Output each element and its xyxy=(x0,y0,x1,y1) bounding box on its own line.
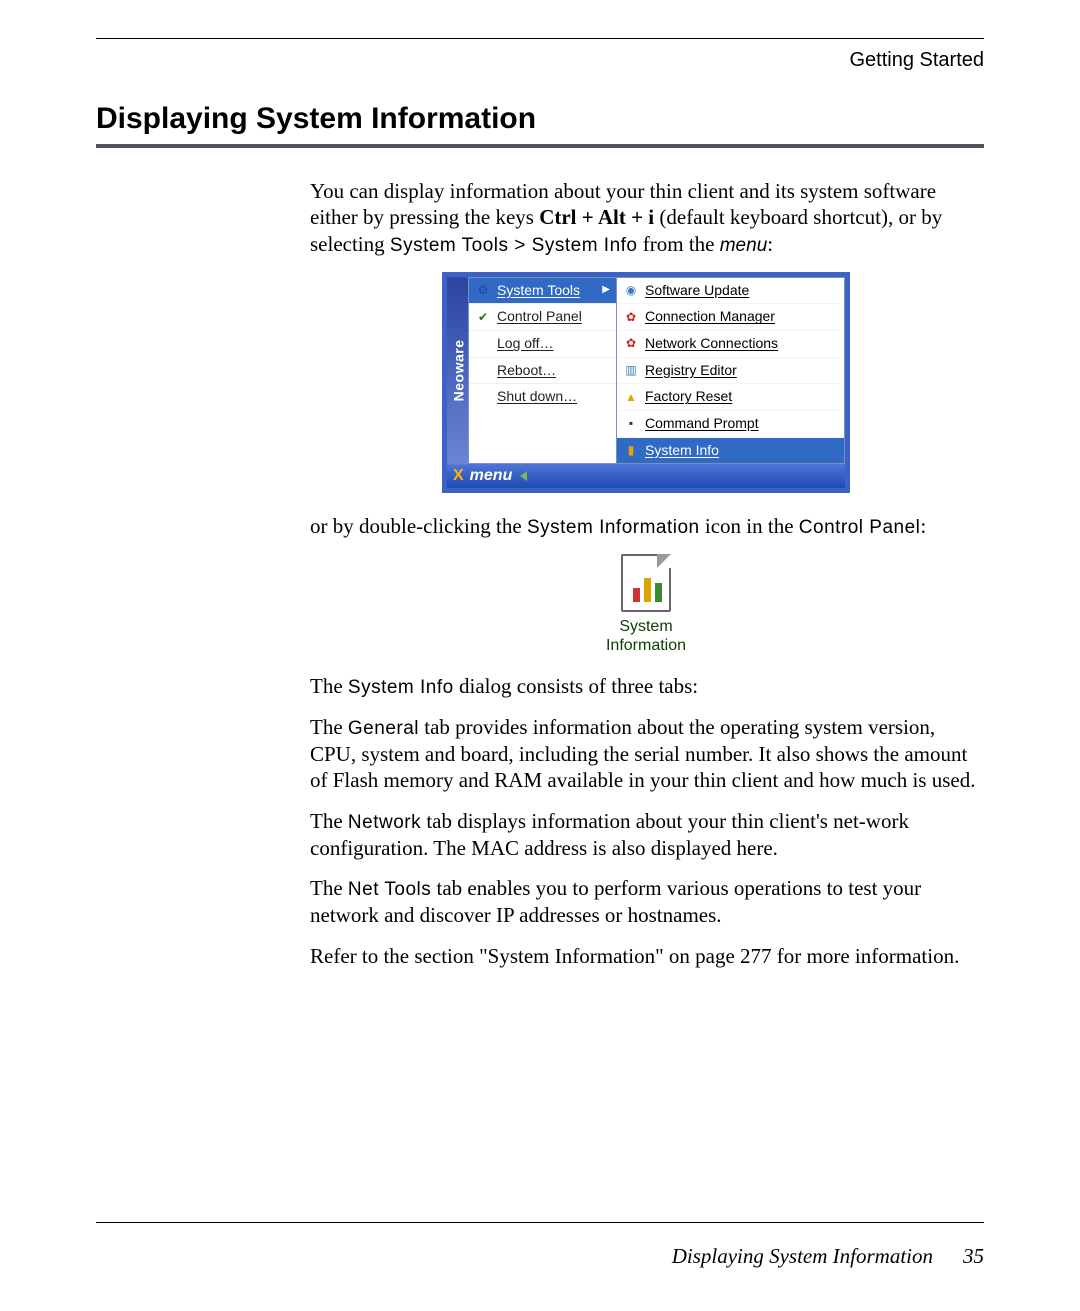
menu-label-command-prompt: Command Prompt xyxy=(645,415,759,433)
menu-word: menu xyxy=(720,235,768,256)
footer-rule xyxy=(96,1222,984,1223)
spacer-icon xyxy=(475,363,491,379)
start-menu-left: ⚙ System Tools ▶ ✔ Control Panel Log off… xyxy=(468,277,617,464)
gear-icon: ⚙ xyxy=(475,283,491,299)
footer-section: Displaying System Information xyxy=(672,1244,933,1269)
menu-item-system-info[interactable]: ▮ System Info xyxy=(617,437,844,464)
menu-label-registry-editor: Registry Editor xyxy=(645,362,737,380)
menu-item-connection-manager[interactable]: ✿ Connection Manager xyxy=(617,303,844,330)
menu-item-log-off[interactable]: Log off… xyxy=(469,330,616,357)
system-info-icon: ▮ xyxy=(623,442,639,458)
menu-bar: X menu xyxy=(447,464,845,488)
spacer-icon xyxy=(475,336,491,352)
menu-label-system-info: System Info xyxy=(645,442,719,460)
paragraph-double-click: or by double-clicking the System Informa… xyxy=(310,513,982,540)
intro-text-3: from the xyxy=(638,232,720,256)
menu-item-registry-editor[interactable]: ▥ Registry Editor xyxy=(617,357,844,384)
menu-label-shut-down: Shut down… xyxy=(497,388,577,406)
intro-paragraph: You can display information about your t… xyxy=(310,178,982,258)
menu-label-factory-reset: Factory Reset xyxy=(645,388,732,406)
x-logo-icon: X xyxy=(453,466,464,486)
menu-item-network-connections[interactable]: ✿ Network Connections xyxy=(617,330,844,357)
network-icon: ✿ xyxy=(623,336,639,352)
start-menu-right: ◉ Software Update ✿ Connection Manager ✿… xyxy=(617,277,845,464)
page-footer: Displaying System Information 35 xyxy=(672,1244,984,1269)
neoware-strip: Neoware xyxy=(447,277,468,464)
menu-path: System Tools > System Info xyxy=(390,235,638,256)
menu-label-system-tools: System Tools xyxy=(497,282,580,300)
menu-item-system-tools[interactable]: ⚙ System Tools ▶ xyxy=(469,278,616,304)
key-combo: Ctrl + Alt + i xyxy=(539,205,654,229)
command-prompt-icon: ▪ xyxy=(623,416,639,432)
menu-mock: Neoware ⚙ System Tools ▶ ✔ Control Panel xyxy=(442,272,850,493)
intro-text-4: : xyxy=(767,232,773,256)
menu-label-control-panel: Control Panel xyxy=(497,308,582,326)
icon-label-line2: Information xyxy=(606,637,686,654)
footer-page-number: 35 xyxy=(963,1244,984,1269)
paragraph-general-tab: The General tab provides information abo… xyxy=(310,714,982,794)
paragraph-reference: Refer to the section "System Information… xyxy=(310,943,982,969)
control-panel-icon: ✔ xyxy=(475,309,491,325)
menu-label-network-connections: Network Connections xyxy=(645,335,778,353)
paragraph-three-tabs: The System Info dialog consists of three… xyxy=(310,673,982,700)
menu-label-connection-manager: Connection Manager xyxy=(645,308,775,326)
menu-label-log-off: Log off… xyxy=(497,335,554,353)
menu-figure: Neoware ⚙ System Tools ▶ ✔ Control Panel xyxy=(310,272,982,493)
menu-item-software-update[interactable]: ◉ Software Update xyxy=(617,278,844,304)
icon-label-line1: System xyxy=(619,618,672,635)
registry-icon: ▥ xyxy=(623,363,639,379)
header-breadcrumb: Getting Started xyxy=(96,49,984,72)
menu-item-shut-down[interactable]: Shut down… xyxy=(469,383,616,410)
paragraph-network-tab: The Network tab displays information abo… xyxy=(310,808,982,861)
sysinfo-figure: System Information xyxy=(310,554,982,655)
paragraph-net-tools-tab: The Net Tools tab enables you to perform… xyxy=(310,875,982,928)
menu-item-reboot[interactable]: Reboot… xyxy=(469,357,616,384)
menu-item-command-prompt[interactable]: ▪ Command Prompt xyxy=(617,410,844,437)
section-rule xyxy=(96,144,984,148)
menu-item-factory-reset[interactable]: ▲ Factory Reset xyxy=(617,383,844,410)
menu-bar-arrow-icon xyxy=(520,471,527,481)
spacer-icon xyxy=(475,389,491,405)
connection-icon: ✿ xyxy=(623,309,639,325)
update-icon: ◉ xyxy=(623,283,639,299)
system-information-icon[interactable]: System Information xyxy=(600,554,692,655)
submenu-arrow-icon: ▶ xyxy=(602,284,610,297)
section-title: Displaying System Information xyxy=(96,102,984,136)
header-rule xyxy=(96,38,984,39)
menu-item-control-panel[interactable]: ✔ Control Panel xyxy=(469,303,616,330)
menu-label-reboot: Reboot… xyxy=(497,362,556,380)
warning-icon: ▲ xyxy=(623,389,639,405)
menu-label-software-update: Software Update xyxy=(645,282,749,300)
menu-bar-label: menu xyxy=(470,466,513,486)
